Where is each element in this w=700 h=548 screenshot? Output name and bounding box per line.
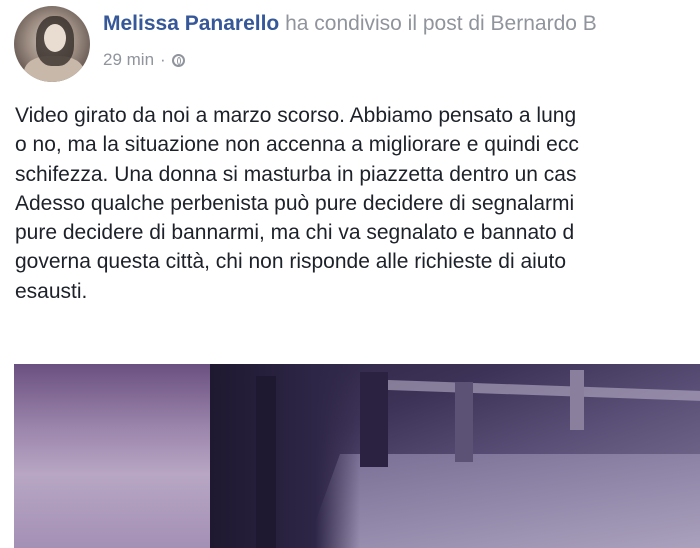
video-dark-area	[210, 364, 360, 548]
profile-avatar[interactable]	[14, 6, 90, 82]
author-name-link[interactable]: Melissa Panarello	[103, 12, 279, 35]
video-bollard	[570, 370, 584, 430]
post-text-line: Adesso qualche perbenista può pure decid…	[15, 191, 575, 215]
post-meta: 29 min ·	[103, 50, 185, 70]
video-bollard	[360, 372, 388, 467]
globe-icon[interactable]	[171, 53, 185, 67]
shared-post: Melissa Panarello ha condiviso il post d…	[0, 0, 700, 548]
post-text-line: schifezza. Una donna si masturba in piaz…	[15, 162, 577, 186]
video-railing	[369, 379, 700, 403]
video-side-panel	[14, 364, 210, 548]
post-header: Melissa Panarello ha condiviso il post d…	[103, 12, 597, 36]
avatar-face-shape	[44, 24, 66, 52]
video-bollard	[455, 382, 473, 462]
share-action-text: ha condiviso il post di Bernardo B	[279, 12, 597, 35]
post-text-line: Video girato da noi a marzo scorso. Abbi…	[15, 104, 577, 127]
post-timestamp[interactable]: 29 min	[103, 50, 154, 70]
meta-separator: ·	[160, 50, 166, 69]
post-text-line: pure decidere di bannarmi, ma chi va seg…	[15, 221, 575, 245]
post-text-line: esausti.	[15, 279, 88, 303]
video-bollard	[256, 376, 276, 548]
video-frame[interactable]	[210, 364, 700, 548]
post-text: Video girato da noi a marzo scorso. Abbi…	[15, 101, 700, 306]
post-text-line: governa questa città, chi non risponde a…	[15, 250, 567, 274]
post-text-line: o no, ma la situazione non accenna a mig…	[15, 133, 579, 157]
video-attachment[interactable]	[14, 364, 700, 548]
